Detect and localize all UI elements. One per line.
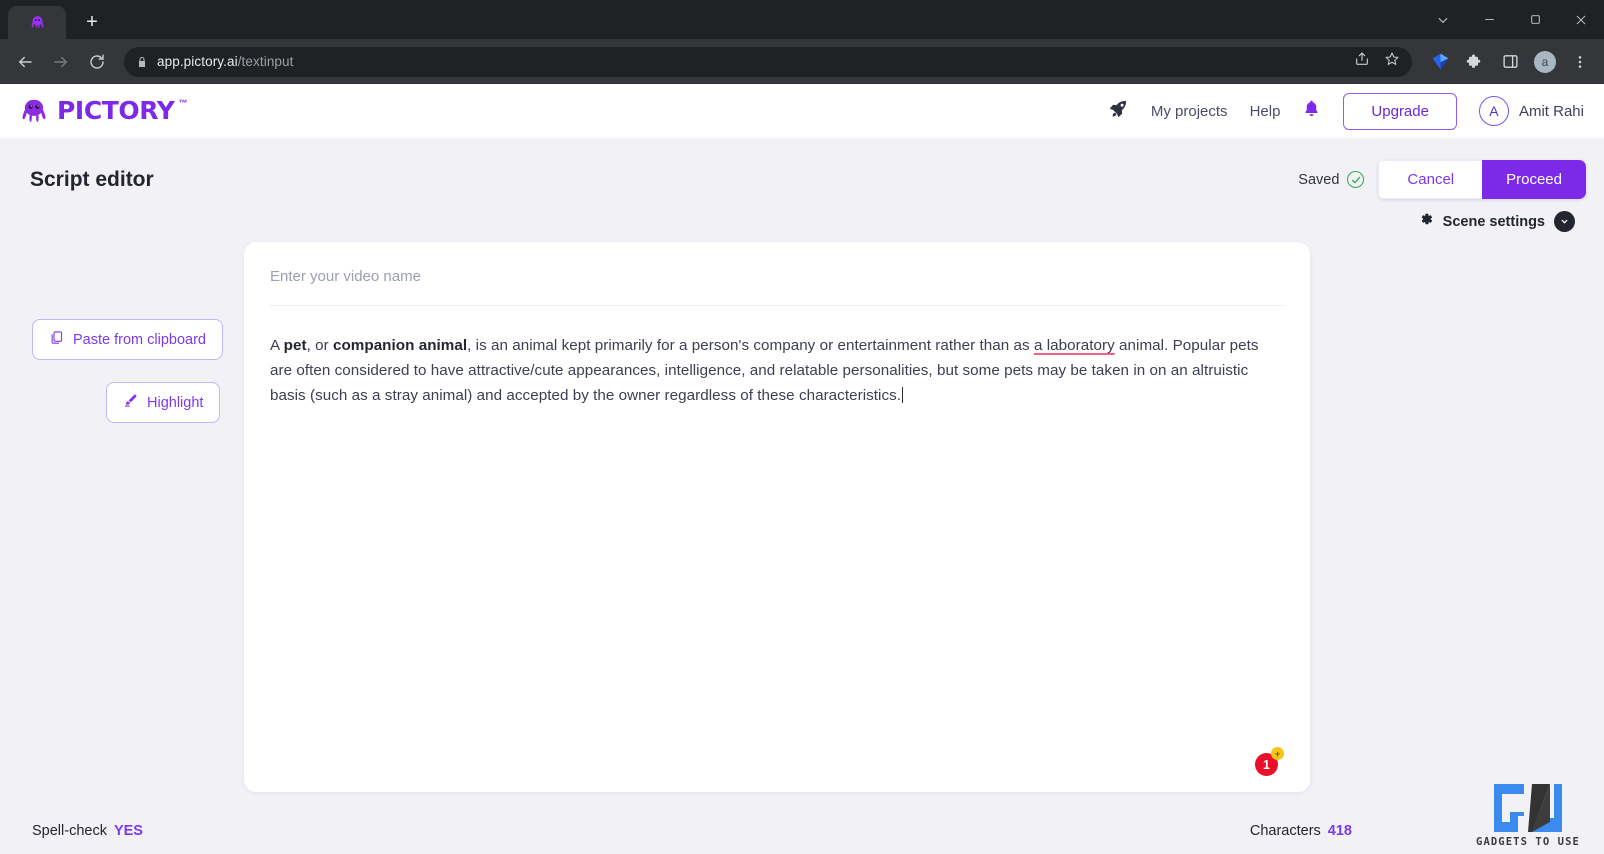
proceed-button[interactable]: Proceed <box>1482 160 1586 199</box>
editor-action-buttons: Cancel Proceed <box>1378 160 1586 199</box>
browser-extension-icons: a <box>1422 48 1594 76</box>
scene-settings-row: Scene settings <box>0 199 1604 232</box>
maximize-icon[interactable] <box>1512 0 1558 39</box>
page-title: Script editor <box>30 167 154 191</box>
status-bar: Spell-check YES Characters 418 <box>0 792 1604 854</box>
rocket-icon[interactable] <box>1108 98 1129 124</box>
saved-label: Saved <box>1298 171 1340 188</box>
app-header: PICTORY ™ My projects Help Upgrade A Ami… <box>0 84 1604 138</box>
watermark-text: GADGETS TO USE <box>1476 836 1580 848</box>
saved-check-icon <box>1347 171 1365 188</box>
pictory-logo[interactable]: PICTORY ™ <box>18 96 187 126</box>
app-header-right: My projects Help Upgrade A Amit Rahi <box>1108 92 1584 130</box>
nav-my-projects[interactable]: My projects <box>1151 103 1228 120</box>
browser-toolbar: app.pictory.ai/textinput a <box>0 39 1604 84</box>
paste-from-clipboard-button[interactable]: Paste from clipboard <box>32 319 223 360</box>
watermark: GADGETS TO USE <box>1460 782 1596 848</box>
script-seg-3: , is an animal kept primarily for a pers… <box>467 337 1034 354</box>
grammarly-extension-icon[interactable] <box>1426 48 1454 76</box>
highlighter-icon <box>123 393 138 412</box>
logo-wordmark: PICTORY <box>57 96 175 125</box>
user-menu[interactable]: A Amit Rahi <box>1478 96 1584 126</box>
profile-initial: a <box>1534 50 1556 73</box>
browser-profile-avatar[interactable]: a <box>1531 48 1559 76</box>
browser-tab-pictory[interactable] <box>8 6 66 39</box>
logo-trademark: ™ <box>178 98 188 108</box>
spellcheck-label: Spell-check <box>32 823 107 839</box>
gear-icon <box>1418 211 1434 232</box>
editor-body: Paste from clipboard Highlight A pet, or… <box>0 232 1604 792</box>
spellcheck-value[interactable]: YES <box>114 823 143 839</box>
title-bar: Script editor Saved Cancel Proceed <box>0 138 1604 199</box>
text-caret <box>901 387 903 403</box>
back-icon[interactable] <box>10 47 40 77</box>
highlight-button-label: Highlight <box>147 394 204 411</box>
script-bold-companion-animal: companion animal <box>332 337 468 354</box>
script-bold-pet: pet <box>283 337 307 354</box>
script-content[interactable]: A pet, or companion animal, is an animal… <box>270 333 1281 408</box>
video-name-row <box>244 242 1310 305</box>
close-icon[interactable] <box>1558 0 1604 39</box>
saved-status: Saved <box>1298 171 1365 188</box>
pictory-app: PICTORY ™ My projects Help Upgrade A Ami… <box>0 84 1604 854</box>
cancel-button[interactable]: Cancel <box>1378 160 1483 199</box>
clipboard-copy-icon <box>49 330 64 349</box>
bookmark-star-icon[interactable] <box>1384 51 1400 72</box>
chevron-down-icon[interactable] <box>1554 211 1575 232</box>
share-icon[interactable] <box>1354 51 1370 72</box>
user-name: Amit Rahi <box>1518 102 1584 120</box>
video-name-input[interactable] <box>270 268 1284 305</box>
reload-icon[interactable] <box>82 47 112 77</box>
omnibox-actions <box>1354 51 1400 72</box>
address-bar-url: app.pictory.ai/textinput <box>157 54 294 69</box>
highlight-button[interactable]: Highlight <box>106 382 221 423</box>
url-path: /textinput <box>237 54 294 69</box>
characters-label: Characters <box>1249 823 1321 839</box>
address-bar[interactable]: app.pictory.ai/textinput <box>124 46 1412 77</box>
title-bar-actions: Saved Cancel Proceed <box>1298 160 1586 199</box>
avatar: A <box>1478 96 1509 126</box>
bell-icon[interactable] <box>1302 99 1321 123</box>
script-text-area[interactable]: A pet, or companion animal, is an animal… <box>244 306 1310 792</box>
spellcheck-error-text[interactable]: a laboratory <box>1034 337 1115 354</box>
characters-value: 418 <box>1327 823 1352 839</box>
grammarly-issue-badge[interactable]: 1 + <box>1255 747 1284 776</box>
spellcheck-status: Spell-check YES <box>32 823 143 839</box>
window-controls <box>1420 0 1604 39</box>
new-tab-button[interactable]: + <box>78 8 106 36</box>
tab-search-chevron-icon[interactable] <box>1420 0 1466 39</box>
lock-icon <box>136 56 148 68</box>
gadgets-to-use-logo-icon <box>1494 784 1562 832</box>
forward-icon[interactable] <box>46 47 76 77</box>
script-seg-1: A <box>270 337 284 354</box>
nav-help[interactable]: Help <box>1250 103 1281 120</box>
left-tool-panel: Paste from clipboard Highlight <box>32 242 235 792</box>
chrome-menu-icon[interactable] <box>1566 48 1594 76</box>
pictory-favicon-icon <box>31 16 43 29</box>
url-host: app.pictory.ai <box>157 54 238 69</box>
scene-settings[interactable]: Scene settings <box>1418 211 1575 232</box>
browser-window: + app.pictory.ai/textinput a PICTORY ™ M… <box>0 0 1604 854</box>
octopus-logo-icon <box>22 99 46 122</box>
script-seg-2: , or <box>306 337 333 354</box>
extensions-puzzle-icon[interactable] <box>1461 48 1489 76</box>
minimize-icon[interactable] <box>1466 0 1512 39</box>
grammarly-premium-dot: + <box>1271 747 1284 760</box>
side-panel-icon[interactable] <box>1496 48 1524 76</box>
browser-tabstrip: + <box>0 0 1604 39</box>
upgrade-button[interactable]: Upgrade <box>1343 92 1457 130</box>
scene-settings-label: Scene settings <box>1442 213 1545 230</box>
script-editor-card: A pet, or companion animal, is an animal… <box>244 242 1310 792</box>
paste-button-label: Paste from clipboard <box>73 331 206 348</box>
